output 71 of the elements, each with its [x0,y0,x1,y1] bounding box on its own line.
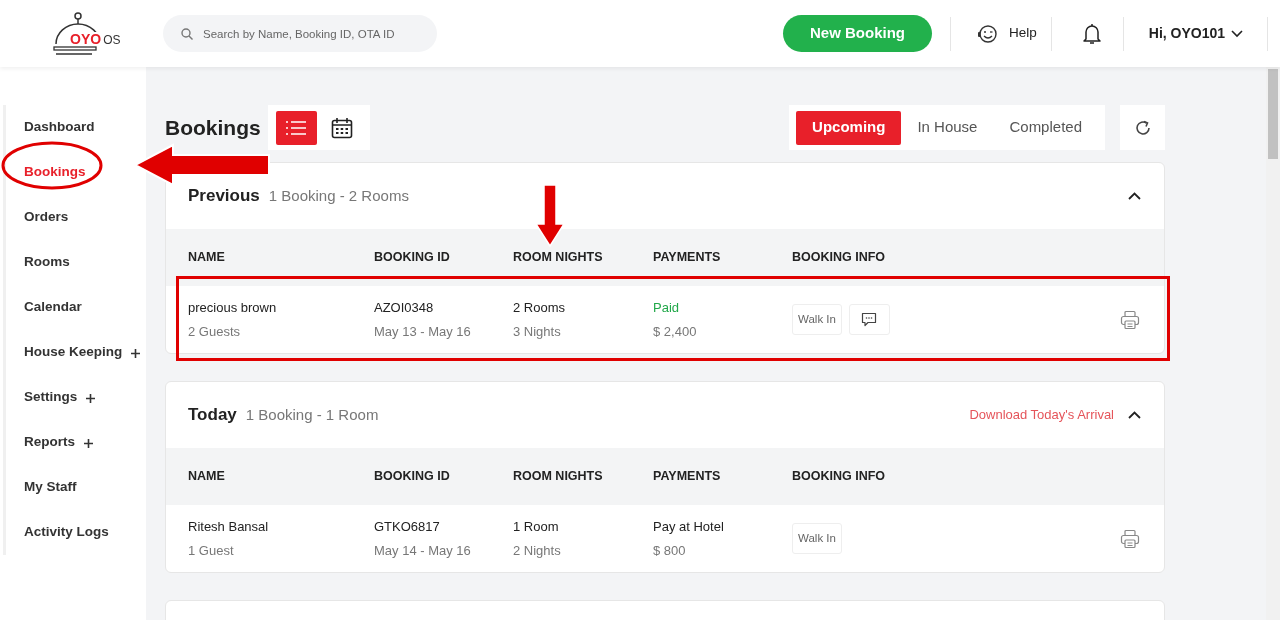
column-header: NAME [188,468,226,486]
comment-button[interactable] [848,304,890,335]
headset-icon [977,23,999,44]
room-count: 2 Rooms [513,298,567,317]
source-tag: Walk In [792,523,842,554]
column-header: BOOKING ID [374,468,451,486]
sidebar-item[interactable]: My Staff [24,477,77,498]
chevron-up-icon[interactable] [1128,192,1141,200]
sidebar-item[interactable]: Settings [24,387,78,408]
printer-icon[interactable] [1120,309,1140,330]
logo-suffix: OS [103,33,121,46]
column-header: PAYMENTS [653,249,722,267]
column-header: ROOM NIGHTS [513,468,604,486]
search-field[interactable]: Search by Name, Booking ID, OTA ID [163,15,437,52]
column-header: BOOKING ID [374,249,451,267]
tab[interactable]: Completed [993,110,1098,145]
stay-dates: May 14 - May 16 [374,542,472,560]
column-header: BOOKING INFO [792,249,887,267]
search-icon [181,28,193,40]
refresh-icon [1134,119,1151,136]
guest-name: precious brown [188,298,278,317]
room-count: 1 Room [513,517,560,536]
stay-dates: May 13 - May 16 [374,323,472,341]
plus-icon[interactable] [131,349,141,358]
calendar-icon [330,116,353,139]
help-button[interactable]: Help [977,23,1037,44]
plus-icon[interactable] [84,439,93,448]
column-header: BOOKING INFO [792,468,887,486]
sidebar-item[interactable]: Orders [24,207,69,228]
night-count: 2 Nights [513,542,562,560]
chevron-up-icon[interactable] [1128,411,1141,419]
column-header: NAME [188,249,226,267]
booking-id: GTKO6817 [374,517,441,536]
sidebar-item[interactable]: Reports [24,432,75,453]
tab[interactable]: Upcoming [796,110,902,145]
logo-text: OYO [70,31,102,46]
booking-id: AZOI0348 [374,298,435,317]
scrollbar[interactable] [1266,67,1280,620]
speech-bubble-icon [861,312,878,327]
refresh-button[interactable] [1120,105,1165,150]
column-header: PAYMENTS [653,468,722,486]
section-title: Previous [188,185,260,208]
guest-count: 2 Guests [188,323,242,341]
sidebar-item[interactable]: Activity Logs [24,522,109,543]
payment-amount: $ 2,400 [653,323,698,341]
user-menu-button[interactable]: Hi, OYO101 [1148,23,1244,44]
sidebar-item[interactable]: House Keeping [24,342,123,363]
printer-icon[interactable] [1120,528,1140,549]
payment-amount: $ 800 [653,542,687,560]
column-header: ROOM NIGHTS [513,249,604,267]
source-tag: Walk In [792,304,842,335]
download-link[interactable]: Download Today's Arrival [969,405,1114,425]
section-title: Today [188,404,237,427]
chevron-down-icon [1231,29,1244,38]
section-summary: 1 Booking - 1 Room [245,404,379,425]
plus-icon[interactable] [86,394,96,403]
scrollbar-thumb[interactable] [1268,69,1278,159]
payment-status: Pay at Hotel [653,517,725,536]
list-view-button[interactable] [276,110,317,145]
sidebar-item[interactable]: Dashboard [24,117,95,138]
guest-name: Ritesh Bansal [188,517,270,536]
section-summary: 1 Booking - 2 Rooms [268,185,409,206]
list-icon [285,119,308,136]
night-count: 3 Nights [513,323,562,341]
sidebar-item[interactable]: Rooms [24,252,70,273]
payment-status: Paid [653,298,681,317]
sidebar-item[interactable]: Calendar [24,297,82,318]
page-title: Bookings [165,114,262,141]
tab[interactable]: In House [901,110,994,145]
guest-count: 1 Guest [188,542,235,560]
bell-icon[interactable] [1081,22,1102,45]
